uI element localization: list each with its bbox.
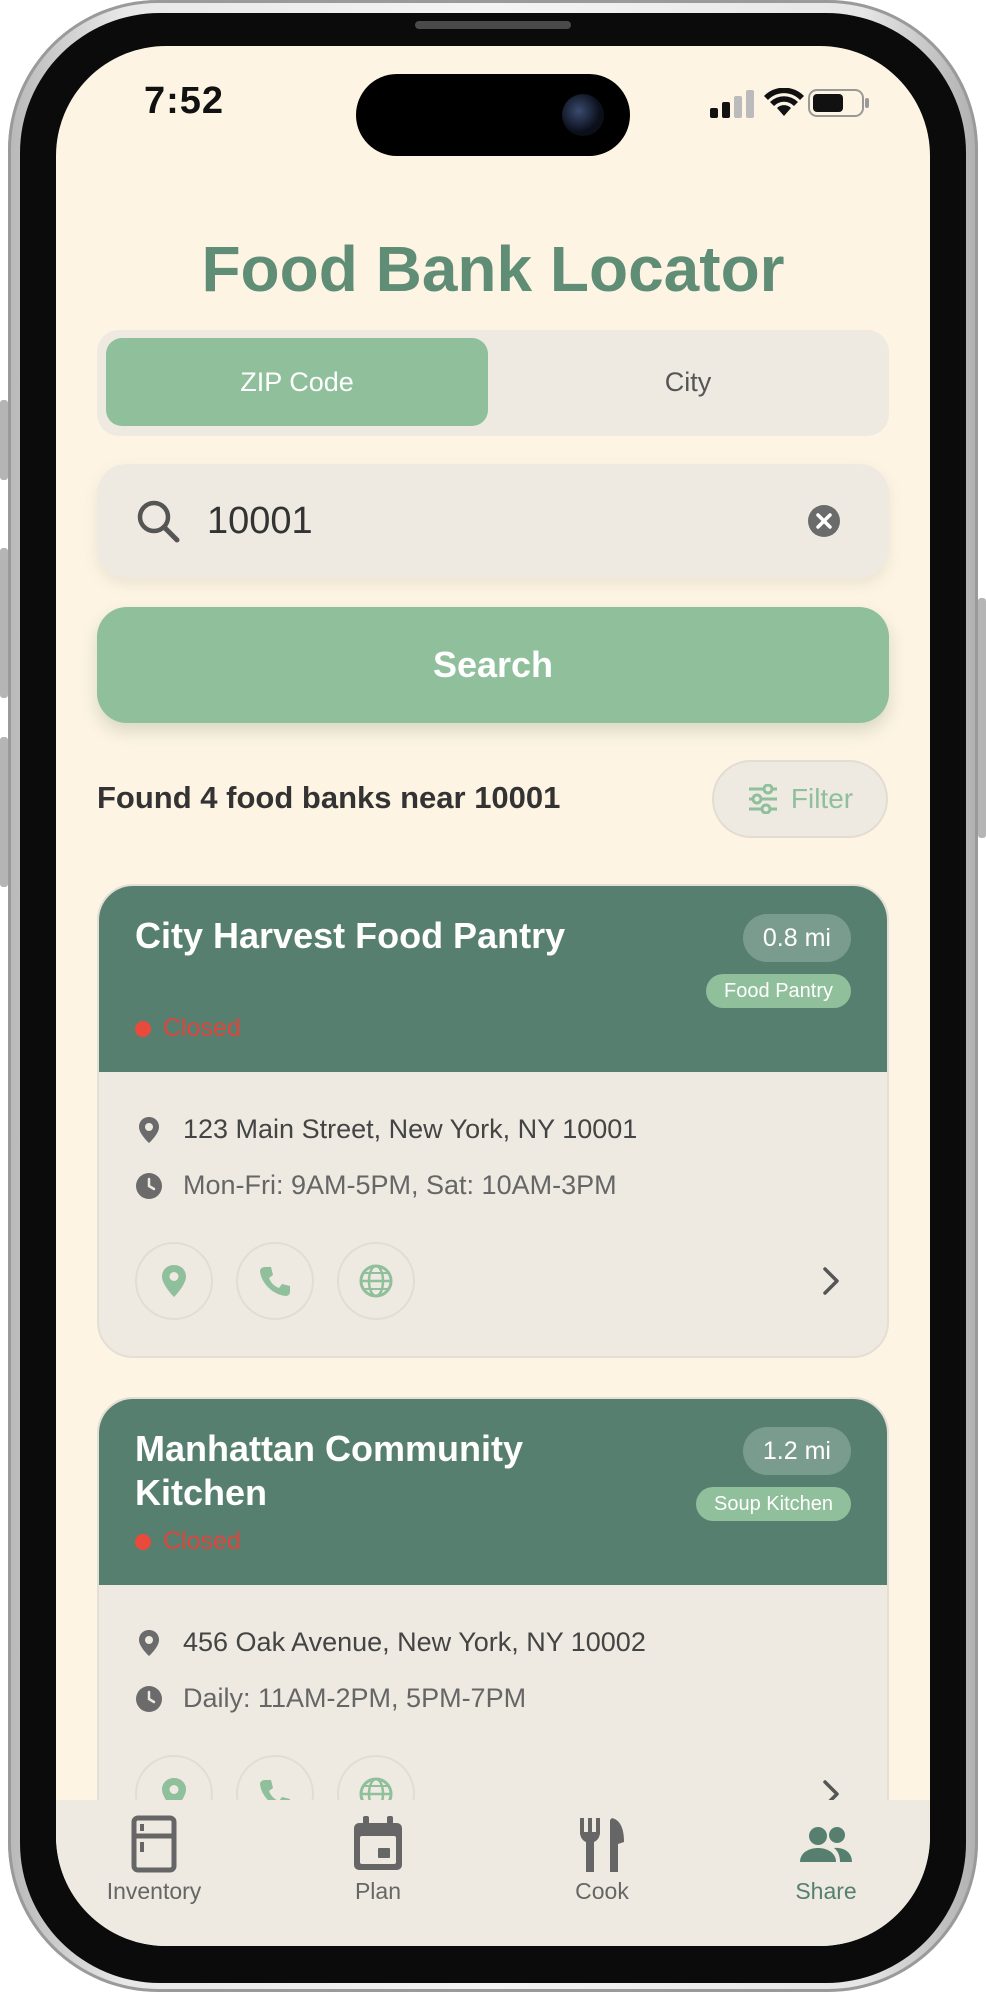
results-summary: Found 4 food banks near 10001 (97, 780, 561, 815)
screen: 7:52 Food Bank Locator ZIP Code City 100… (56, 46, 930, 1946)
fridge-icon (131, 1815, 177, 1873)
power-button (978, 598, 986, 838)
distance-badge: 1.2 mi (742, 1427, 851, 1475)
signal-icon (710, 90, 754, 118)
address-text: 456 Oak Avenue, New York, NY 10002 (183, 1627, 646, 1657)
clock-icon (136, 1685, 162, 1712)
camera-icon (562, 94, 604, 136)
status-dot (135, 1533, 151, 1550)
action-button (0, 400, 8, 480)
call-button[interactable] (236, 1242, 314, 1320)
tab-inventory[interactable]: Inventory (74, 1814, 234, 1905)
bottom-tab-bar: Inventory Plan Cook Share (56, 1800, 930, 1946)
volume-up-button (0, 548, 8, 698)
card-title: Manhattan Community Kitchen (135, 1428, 524, 1513)
tab-city[interactable]: City (493, 338, 883, 426)
type-badge: Food Pantry (706, 974, 851, 1008)
address-row: 123 Main Street, New York, NY 10001 (135, 1114, 637, 1145)
status-label: Closed (163, 1527, 241, 1555)
tab-cook[interactable]: Cook (522, 1814, 682, 1905)
volume-down-button (0, 737, 8, 887)
tab-zip-code[interactable]: ZIP Code (106, 338, 488, 426)
status-indicator: Closed (135, 1014, 241, 1043)
hours-text: Mon-Fri: 9AM-5PM, Sat: 10AM-3PM (183, 1170, 617, 1200)
status-label: Closed (163, 1014, 241, 1042)
tab-label: Plan (354, 1878, 402, 1904)
filter-button[interactable]: Filter (712, 760, 888, 838)
food-bank-card[interactable]: City Harvest Food Pantry 0.8 mi Food Pan… (97, 884, 889, 1358)
card-header: Manhattan Community Kitchen 1.2 mi Soup … (99, 1399, 887, 1585)
chevron-right-icon[interactable] (819, 1264, 843, 1298)
battery-icon (808, 89, 869, 117)
address-row: 456 Oak Avenue, New York, NY 10002 (135, 1627, 646, 1658)
search-button[interactable]: Search (97, 607, 889, 723)
clock-icon (136, 1172, 162, 1199)
page-title: Food Bank Locator (201, 233, 785, 305)
card-title: City Harvest Food Pantry (135, 915, 566, 956)
status-indicator: Closed (135, 1527, 241, 1556)
tab-label: Share (795, 1878, 857, 1904)
hours-text: Daily: 11AM-2PM, 5PM-7PM (183, 1683, 527, 1713)
filter-label: Filter (790, 783, 854, 814)
search-value: 10001 (207, 500, 313, 542)
hours-row: Daily: 11AM-2PM, 5PM-7PM (135, 1683, 526, 1714)
sliders-icon (748, 784, 777, 814)
location-pin-icon (139, 1629, 159, 1656)
tab-label: Inventory (106, 1878, 202, 1904)
search-mode-toggle: ZIP Code City (97, 330, 889, 436)
phone-icon (260, 1267, 290, 1296)
dynamic-island (356, 74, 630, 156)
distance-badge: 0.8 mi (742, 914, 851, 962)
location-pin-icon (139, 1116, 159, 1143)
card-header: City Harvest Food Pantry 0.8 mi Food Pan… (99, 886, 887, 1072)
tab-plan[interactable]: Plan (298, 1814, 458, 1905)
search-input[interactable]: 10001 (97, 464, 889, 578)
people-icon (800, 1827, 852, 1862)
wifi-icon (764, 88, 804, 116)
tab-label: Cook (575, 1878, 629, 1904)
status-dot (135, 1020, 151, 1037)
status-icons (710, 88, 870, 118)
location-pin-icon (162, 1265, 186, 1297)
directions-button[interactable] (135, 1242, 213, 1320)
status-time: 7:52 (144, 80, 225, 122)
hours-row: Mon-Fri: 9AM-5PM, Sat: 10AM-3PM (135, 1170, 617, 1201)
tab-share[interactable]: Share (746, 1814, 906, 1905)
clear-icon[interactable] (807, 504, 841, 538)
speaker-grille (415, 21, 571, 29)
fork-knife-icon (580, 1818, 624, 1872)
website-button[interactable] (337, 1242, 415, 1320)
search-icon (137, 500, 180, 543)
address-text: 123 Main Street, New York, NY 10001 (183, 1114, 638, 1144)
type-badge: Soup Kitchen (696, 1487, 851, 1521)
globe-icon (359, 1264, 393, 1298)
calendar-icon (354, 1816, 402, 1870)
